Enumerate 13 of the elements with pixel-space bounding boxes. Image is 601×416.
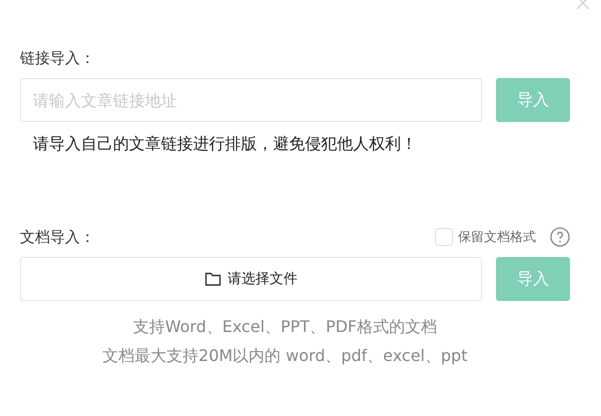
keep-format-label: 保留文档格式	[458, 229, 536, 246]
close-icon[interactable]	[576, 0, 590, 10]
file-picker-button[interactable]: 请选择文件	[20, 257, 482, 301]
import-button[interactable]: 导入	[496, 78, 570, 122]
folder-icon	[204, 272, 220, 286]
link-import-label: 链接导入：	[20, 48, 96, 69]
doc-import-label: 文档导入：	[20, 227, 96, 248]
copyright-note: 请导入自己的文章链接进行排版，避免侵犯他人权利！	[33, 134, 418, 155]
keep-format-checkbox[interactable]	[435, 228, 453, 246]
help-icon[interactable]	[550, 227, 570, 247]
import-button[interactable]: 导入	[496, 257, 570, 301]
format-hint: 支持Word、Excel、PPT、PDF格式的文档	[133, 317, 437, 338]
format-hint: 文档最大支持20M以内的 word、pdf、excel、ppt	[102, 346, 468, 367]
